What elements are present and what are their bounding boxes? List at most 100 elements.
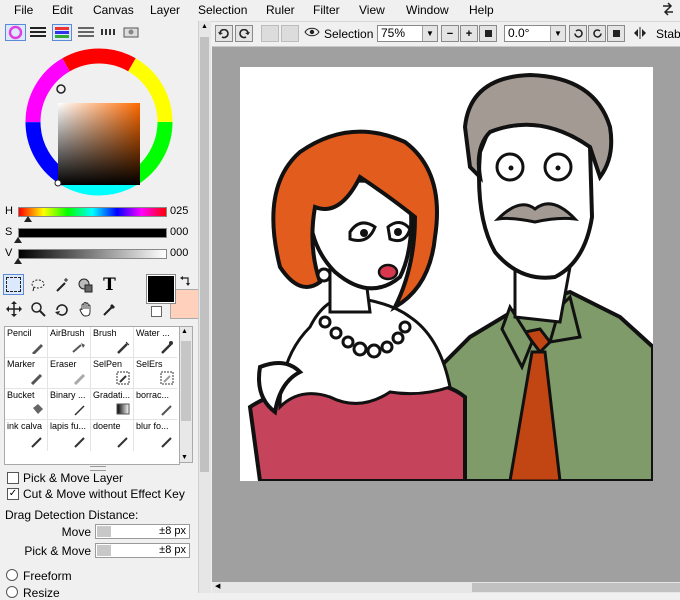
swap-colors-icon[interactable]: [179, 275, 192, 291]
brush-ink-calva[interactable]: ink calva: [5, 420, 48, 451]
rotate-icon: [54, 303, 68, 316]
brush-brush[interactable]: Brush: [91, 327, 134, 358]
redo-button[interactable]: [235, 25, 253, 42]
pick-move-layer-checkbox[interactable]: [7, 472, 19, 484]
zoom-in-button[interactable]: +: [460, 25, 478, 42]
brush-selers[interactable]: SelErs: [134, 358, 177, 389]
brush-eraser[interactable]: Eraser: [48, 358, 91, 389]
brush-lapis-fu[interactable]: lapis fu...: [48, 420, 91, 451]
drag-detection-label: Drag Detection Distance:: [5, 508, 139, 522]
show-selection-toggle[interactable]: Selection: [304, 25, 373, 42]
menu-edit[interactable]: Edit: [52, 3, 73, 17]
brush-gradation[interactable]: Gradati...: [91, 389, 134, 420]
deselect-button[interactable]: [261, 25, 279, 42]
scratchpad-tab[interactable]: [123, 26, 139, 41]
move-distance-field[interactable]: ±8 px: [95, 524, 190, 539]
airbrush-icon: [72, 343, 85, 353]
menu-window[interactable]: Window: [406, 3, 449, 17]
brush-airbrush[interactable]: AirBrush: [48, 327, 91, 358]
pick-move-distance-label: Pick & Move: [24, 544, 91, 558]
move-icon: [5, 300, 22, 317]
brush-grid-scrollbar[interactable]: ▲ ▼: [179, 326, 193, 463]
hand-tool[interactable]: [75, 298, 96, 319]
hsv-slider-tab[interactable]: [52, 24, 72, 41]
eyedropper-tool[interactable]: [99, 298, 120, 319]
artwork-canvas[interactable]: [240, 67, 653, 481]
value-label: V: [5, 247, 13, 259]
value-slider-handle[interactable]: [14, 258, 22, 264]
watercolor-icon: [161, 341, 173, 354]
zoom-tool[interactable]: [27, 298, 48, 319]
rotate-right-button[interactable]: [588, 25, 606, 42]
rect-select-tool[interactable]: [3, 274, 24, 295]
menu-selection[interactable]: Selection: [198, 3, 247, 17]
scroll-left-icon[interactable]: ◀: [215, 582, 220, 590]
brush-blur[interactable]: blur fo...: [134, 420, 177, 451]
rotation-reset-button[interactable]: [607, 25, 625, 42]
brush-watercolor[interactable]: Water ...: [134, 327, 177, 358]
rgb-slider-tab[interactable]: [30, 26, 46, 41]
brush-doente[interactable]: doente: [91, 420, 134, 451]
magic-wand-tool[interactable]: [51, 274, 72, 295]
color-set-tab[interactable]: [78, 26, 94, 41]
rotate-tool[interactable]: [51, 298, 72, 319]
brush-tool-grid: Pencil AirBrush Brush Water ... Marker E…: [4, 326, 180, 465]
invert-selection-button[interactable]: [281, 25, 299, 42]
selpen-icon: [116, 371, 130, 385]
menu-file[interactable]: File: [14, 3, 33, 17]
rotate-left-button[interactable]: [569, 25, 587, 42]
text-tool-icon: T: [103, 274, 116, 295]
transparent-color-toggle[interactable]: [151, 306, 162, 317]
menu-layer[interactable]: Layer: [150, 3, 180, 17]
menu-help[interactable]: Help: [469, 3, 494, 17]
value-slider[interactable]: [18, 249, 167, 259]
magnifier-icon: [30, 301, 46, 317]
hue-slider[interactable]: [18, 207, 167, 217]
left-panel-scrollbar[interactable]: ▲: [198, 21, 211, 593]
saturation-slider-handle[interactable]: [14, 237, 22, 243]
zoom-reset-button[interactable]: [479, 25, 497, 42]
color-wheel-tab[interactable]: [5, 24, 26, 41]
scroll-up-icon[interactable]: ▲: [181, 328, 188, 335]
selection-pen-tool[interactable]: [75, 274, 96, 295]
lasso-tool[interactable]: [27, 274, 48, 295]
menu-filter[interactable]: Filter: [313, 3, 340, 17]
freeform-radio[interactable]: [6, 569, 18, 581]
restore-window-icon[interactable]: [660, 1, 676, 20]
cut-move-label: Cut & Move without Effect Key: [23, 487, 185, 501]
zoom-combo[interactable]: 75% ▼: [377, 25, 438, 42]
pick-move-distance-field[interactable]: ±8 px: [95, 543, 190, 558]
canvas-horizontal-scrollbar[interactable]: ◀: [212, 582, 680, 593]
menu-canvas[interactable]: Canvas: [93, 3, 134, 17]
menu-view[interactable]: View: [359, 3, 385, 17]
flip-horizontal-icon[interactable]: [633, 26, 647, 43]
zoom-value: 75%: [381, 26, 406, 40]
brush-pencil[interactable]: Pencil: [5, 327, 48, 358]
scroll-down-icon[interactable]: ▼: [181, 454, 188, 461]
brush-bucket[interactable]: Bucket: [5, 389, 48, 420]
undo-button[interactable]: [215, 25, 233, 42]
resize-radio[interactable]: [6, 586, 18, 598]
canvas-viewport[interactable]: [212, 47, 680, 582]
color-wheel[interactable]: [24, 47, 174, 197]
brush-binary[interactable]: Binary ...: [48, 389, 91, 420]
value-value: 000: [170, 247, 189, 259]
brush-borracha[interactable]: borrac...: [134, 389, 177, 420]
menu-ruler[interactable]: Ruler: [266, 3, 295, 17]
ink-pen-icon: [31, 437, 42, 448]
hue-slider-handle[interactable]: [24, 216, 32, 222]
mixing-tab[interactable]: [100, 26, 118, 41]
scroll-up-icon[interactable]: ▲: [201, 23, 208, 30]
brush-marker[interactable]: Marker: [5, 358, 48, 389]
gradation-icon: [116, 403, 130, 415]
zoom-out-button[interactable]: −: [441, 25, 459, 42]
rotation-combo[interactable]: 0.0° ▼: [504, 25, 566, 42]
saturation-slider[interactable]: [18, 228, 167, 238]
text-tool[interactable]: T: [99, 274, 120, 295]
selers-icon: [160, 371, 174, 385]
brush-selpen[interactable]: SelPen: [91, 358, 134, 389]
move-tool[interactable]: [3, 298, 24, 319]
foreground-color-swatch[interactable]: [146, 274, 176, 304]
blur-icon: [161, 437, 172, 448]
cut-move-checkbox[interactable]: ✓: [7, 488, 19, 500]
